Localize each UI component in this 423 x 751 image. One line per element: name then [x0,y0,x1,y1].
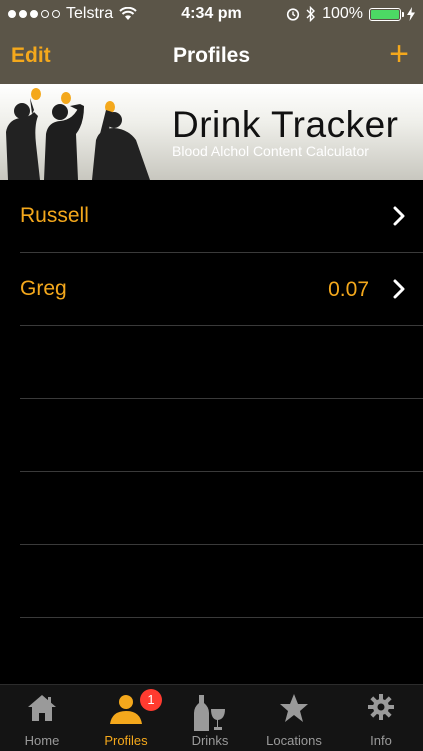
chevron-right-icon [393,279,405,299]
banner-title: Drink Tracker [172,104,399,145]
add-profile-button[interactable]: + [389,34,409,74]
tab-label: Locations [266,733,322,748]
empty-row [20,326,423,399]
tab-drinks[interactable]: Drinks [168,685,252,751]
home-icon [28,695,56,721]
tab-label: Drinks [191,733,229,748]
page-title: Profiles [172,44,251,67]
charging-icon [407,7,415,21]
empty-row [20,472,423,545]
star-icon [280,694,308,722]
profile-name: Russell [20,204,89,227]
profiles-list: Russell Greg 0.07 [0,180,423,618]
bluetooth-icon [306,6,316,22]
tab-locations[interactable]: Locations [252,685,336,751]
navigation-bar: Edit Profiles + [0,28,423,84]
empty-row [20,399,423,472]
profile-row-russell[interactable]: Russell [20,180,423,253]
tab-label: Home [24,733,60,748]
battery-percent: 100% [322,5,363,22]
app-banner: Drink Tracker Blood Alchol Content Calcu… [0,84,423,180]
status-right: 100% [286,5,415,23]
notification-badge: 1 [140,689,162,711]
chevron-right-icon [393,206,405,226]
gear-icon [368,694,394,720]
empty-row [20,545,423,618]
banner-subtitle: Blood Alchol Content Calculator [172,143,369,159]
tab-home[interactable]: Home [0,685,84,751]
tab-label: Info [370,733,392,748]
tab-bar: Home 1 Profiles Drinks Locations Info [0,684,423,751]
profile-row-greg[interactable]: Greg 0.07 [20,253,423,326]
battery-icon [369,7,404,21]
drinkers-silhouette-image [6,88,150,180]
tab-label: Profiles [104,733,148,748]
profile-name: Greg [20,277,67,300]
profile-bac-value: 0.07 [328,278,369,301]
drinks-icon [194,695,225,731]
tab-info[interactable]: Info [339,685,423,751]
tab-profiles[interactable]: 1 Profiles [84,685,168,751]
status-bar: Telstra 4:34 pm 100% [0,0,423,28]
alarm-icon [286,8,300,21]
